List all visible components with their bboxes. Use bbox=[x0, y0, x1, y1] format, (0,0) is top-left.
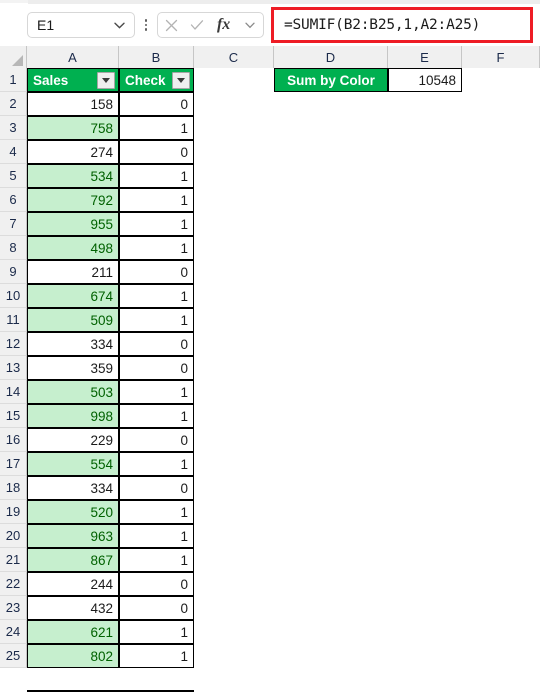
row-header-21[interactable]: 21 bbox=[0, 548, 27, 572]
cell-B11[interactable]: 1 bbox=[119, 308, 194, 332]
column-header-b[interactable]: B bbox=[119, 46, 194, 68]
cell-B19[interactable]: 1 bbox=[119, 500, 194, 524]
fx-icon[interactable]: fx bbox=[212, 13, 236, 37]
cell-B22[interactable]: 0 bbox=[119, 572, 194, 596]
cell-B6[interactable]: 1 bbox=[119, 188, 194, 212]
row-header-2[interactable]: 2 bbox=[0, 92, 27, 116]
cell-A22[interactable]: 244 bbox=[27, 572, 119, 596]
cell-A17[interactable]: 554 bbox=[27, 452, 119, 476]
row-header-24[interactable]: 24 bbox=[0, 620, 27, 644]
cell-A18[interactable]: 334 bbox=[27, 476, 119, 500]
row-header-20[interactable]: 20 bbox=[0, 524, 27, 548]
cell-B7[interactable]: 1 bbox=[119, 212, 194, 236]
chevron-down-icon[interactable] bbox=[108, 22, 134, 29]
row-header-6[interactable]: 6 bbox=[0, 188, 27, 212]
cell-B18[interactable]: 0 bbox=[119, 476, 194, 500]
row-header-19[interactable]: 19 bbox=[0, 500, 27, 524]
cell-B5[interactable]: 1 bbox=[119, 164, 194, 188]
column-header-c[interactable]: C bbox=[194, 46, 274, 68]
cell-B25[interactable]: 1 bbox=[119, 644, 194, 668]
cell-A5[interactable]: 534 bbox=[27, 164, 119, 188]
cell-B4[interactable]: 0 bbox=[119, 140, 194, 164]
row-header-25[interactable]: 25 bbox=[0, 644, 27, 668]
cell-B3[interactable]: 1 bbox=[119, 116, 194, 140]
filter-dropdown-icon-check[interactable] bbox=[172, 72, 190, 89]
row-header-3[interactable]: 3 bbox=[0, 116, 27, 140]
cell-B24[interactable]: 1 bbox=[119, 620, 194, 644]
cell-A7[interactable]: 955 bbox=[27, 212, 119, 236]
formula-bar-controls: fx bbox=[157, 12, 264, 38]
row-header-14[interactable]: 14 bbox=[0, 380, 27, 404]
cell-A12[interactable]: 334 bbox=[27, 332, 119, 356]
row-header-15[interactable]: 15 bbox=[0, 404, 27, 428]
row-header-10[interactable]: 10 bbox=[0, 284, 27, 308]
summary-label-cell[interactable]: Sum by Color bbox=[274, 68, 388, 92]
chevron-down-icon[interactable] bbox=[238, 13, 262, 37]
cell-B20[interactable]: 1 bbox=[119, 524, 194, 548]
more-options-icon[interactable] bbox=[140, 15, 152, 35]
cell-B8[interactable]: 1 bbox=[119, 236, 194, 260]
cell-A25[interactable]: 802 bbox=[27, 644, 119, 668]
cell-A3[interactable]: 758 bbox=[27, 116, 119, 140]
cell-A15[interactable]: 998 bbox=[27, 404, 119, 428]
name-box[interactable]: E1 bbox=[27, 12, 135, 38]
formula-input[interactable]: =SUMIF(B2:B25,1,A2:A25) bbox=[271, 7, 533, 43]
column-header-f[interactable]: F bbox=[462, 46, 540, 68]
cell-A11[interactable]: 509 bbox=[27, 308, 119, 332]
column-header-e[interactable]: E bbox=[388, 46, 462, 68]
cell-A4[interactable]: 274 bbox=[27, 140, 119, 164]
worksheet-grid: ABCDEF 1 2 3 4 5 6 7 8 9 10 11 12 13 14 15 16 17 18 19 20 21… bbox=[0, 46, 540, 692]
column-header-d[interactable]: D bbox=[274, 46, 388, 68]
row-header-9[interactable]: 9 bbox=[0, 260, 27, 284]
row-header-4[interactable]: 4 bbox=[0, 140, 27, 164]
close-icon[interactable] bbox=[159, 13, 183, 37]
column-header-a[interactable]: A bbox=[27, 46, 119, 68]
cell-A13[interactable]: 359 bbox=[27, 356, 119, 380]
row-header-17[interactable]: 17 bbox=[0, 452, 27, 476]
cell-A10[interactable]: 674 bbox=[27, 284, 119, 308]
cell-B14[interactable]: 1 bbox=[119, 380, 194, 404]
cell-A8[interactable]: 498 bbox=[27, 236, 119, 260]
filter-dropdown-icon-sales[interactable] bbox=[97, 72, 115, 89]
row-header-22[interactable]: 22 bbox=[0, 572, 27, 596]
row-header-11[interactable]: 11 bbox=[0, 308, 27, 332]
row-header-16[interactable]: 16 bbox=[0, 428, 27, 452]
cell-A9[interactable]: 211 bbox=[27, 260, 119, 284]
cell-B15[interactable]: 1 bbox=[119, 404, 194, 428]
cell-A14[interactable]: 503 bbox=[27, 380, 119, 404]
cell-A16[interactable]: 229 bbox=[27, 428, 119, 452]
row-header-1[interactable]: 1 bbox=[0, 68, 27, 92]
row-header-5[interactable]: 5 bbox=[0, 164, 27, 188]
excel-worksheet-screenshot: E1 fx =SUMIF(B2:B25,1,A2:A25) A B C D E … bbox=[0, 0, 540, 692]
row-header-18[interactable]: 18 bbox=[0, 476, 27, 500]
checkmark-icon[interactable] bbox=[185, 13, 209, 37]
cell-A2[interactable]: 158 bbox=[27, 92, 119, 116]
cell-B9[interactable]: 0 bbox=[119, 260, 194, 284]
cell-A24[interactable]: 621 bbox=[27, 620, 119, 644]
cell-B21[interactable]: 1 bbox=[119, 548, 194, 572]
formula-bar: E1 fx =SUMIF(B2:B25,1,A2:A25) bbox=[0, 4, 540, 44]
cell-B13[interactable]: 0 bbox=[119, 356, 194, 380]
row-header-12[interactable]: 12 bbox=[0, 332, 27, 356]
summary-value-cell-e1[interactable]: 10548 bbox=[388, 68, 462, 92]
cell-A21[interactable]: 867 bbox=[27, 548, 119, 572]
cell-A19[interactable]: 520 bbox=[27, 500, 119, 524]
row-header-8[interactable]: 8 bbox=[0, 236, 27, 260]
cell-A23[interactable]: 432 bbox=[27, 596, 119, 620]
formula-text: =SUMIF(B2:B25,1,A2:A25) bbox=[284, 17, 481, 33]
cell-B10[interactable]: 1 bbox=[119, 284, 194, 308]
cell-B23[interactable]: 0 bbox=[119, 596, 194, 620]
cell-B17[interactable]: 1 bbox=[119, 452, 194, 476]
name-box-value: E1 bbox=[37, 17, 55, 33]
cell-A20[interactable]: 963 bbox=[27, 524, 119, 548]
cell-B2[interactable]: 0 bbox=[119, 92, 194, 116]
row-header-23[interactable]: 23 bbox=[0, 596, 27, 620]
row-header-7[interactable]: 7 bbox=[0, 212, 27, 236]
cell-A6[interactable]: 792 bbox=[27, 188, 119, 212]
select-all-corner-icon[interactable] bbox=[0, 46, 27, 68]
cell-B16[interactable]: 0 bbox=[119, 428, 194, 452]
row-header-13[interactable]: 13 bbox=[0, 356, 27, 380]
cell-B12[interactable]: 0 bbox=[119, 332, 194, 356]
